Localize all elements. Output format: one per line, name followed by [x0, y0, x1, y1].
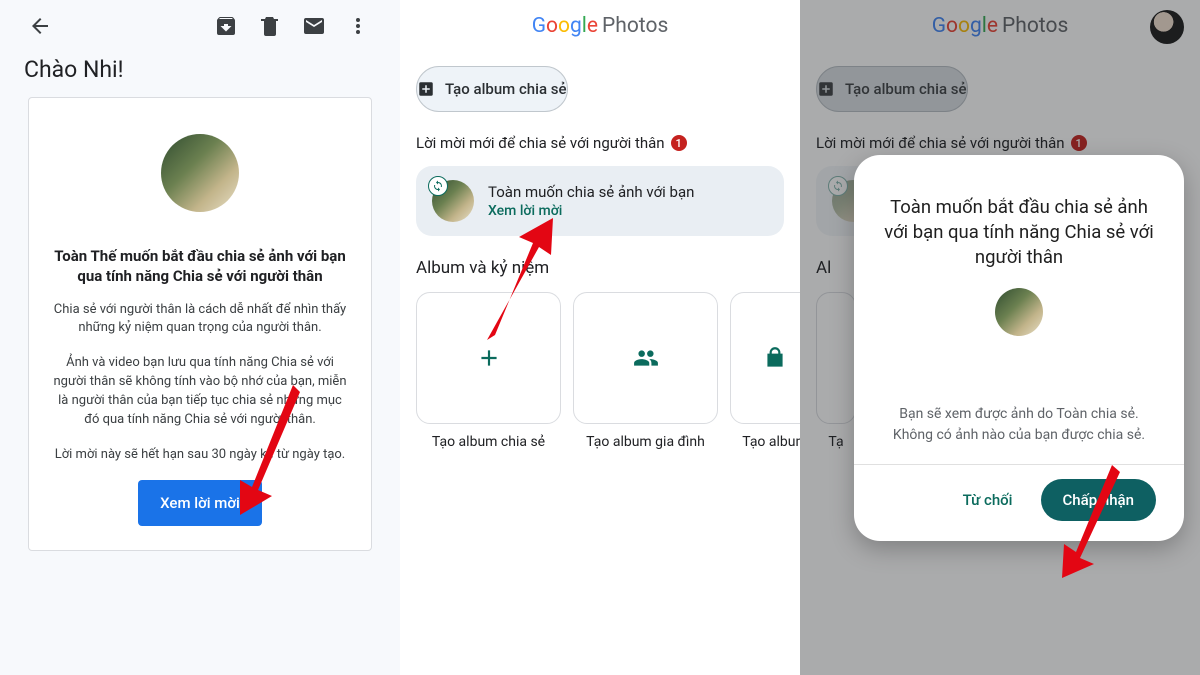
new-invite-section-title: Lời mời mới để chia sẻ với người thân 1: [400, 134, 800, 166]
tile-label: Tạo album gia đình: [586, 434, 705, 450]
create-family-album-tile[interactable]: [573, 292, 718, 424]
delete-icon[interactable]: [248, 4, 292, 48]
google-photos-sharing-screen: Google Photos Tạo album chia sẻ Lời mời …: [400, 0, 800, 675]
mail-icon[interactable]: [292, 4, 336, 48]
email-greeting: Chào Nhi!: [0, 52, 400, 93]
album-add-icon: [417, 80, 435, 98]
create-shared-album-label: Tạo album chia sẻ: [445, 80, 567, 98]
tile-label: Tạo album: [742, 434, 800, 450]
create-shared-album-tile[interactable]: [416, 292, 561, 424]
create-album-tile[interactable]: [730, 292, 800, 424]
invite-card: Toàn Thế muốn bắt đầu chia sẻ ảnh với bạ…: [28, 97, 372, 551]
partner-invite-row[interactable]: Toàn muốn chia sẻ ảnh với bạn Xem lời mờ…: [416, 166, 784, 236]
album-tile: Tạo album gia đình: [573, 292, 718, 450]
lock-icon: [762, 345, 788, 371]
dialog-heading: Toàn muốn bắt đầu chia sẻ ảnh với bạn qu…: [878, 195, 1160, 270]
sender-avatar: [161, 134, 239, 212]
email-toolbar: [0, 0, 400, 52]
invite-para-2: Ảnh và video bạn lưu qua tính năng Chia …: [51, 354, 349, 429]
family-icon: [633, 345, 659, 371]
album-tile: Tạo album chia sẻ: [416, 292, 561, 450]
view-invite-link[interactable]: Xem lời mời: [488, 203, 768, 219]
partner-share-dialog: Toàn muốn bắt đầu chia sẻ ảnh với bạn qu…: [854, 155, 1184, 541]
dialog-line-1: Bạn sẽ xem được ảnh do Toàn chia sẻ.: [878, 404, 1160, 425]
invite-count-badge: 1: [671, 135, 687, 151]
accept-button[interactable]: Chấp nhận: [1041, 479, 1157, 521]
archive-icon[interactable]: [204, 4, 248, 48]
decline-button[interactable]: Từ chối: [953, 479, 1023, 521]
album-tile: Tạo album: [730, 292, 800, 450]
google-logo-icon: Google: [532, 14, 598, 38]
dialog-line-2: Không có ảnh nào của bạn được chia sẻ.: [878, 425, 1160, 446]
app-name: Photos: [602, 14, 668, 38]
album-tiles: Tạo album chia sẻ Tạo album gia đình Tạo…: [400, 292, 800, 450]
invite-para-1: Chia sẻ với người thân là cách dễ nhất đ…: [51, 301, 349, 339]
app-header: Google Photos: [400, 0, 800, 52]
create-shared-album-button[interactable]: Tạo album chia sẻ: [416, 66, 568, 112]
back-icon[interactable]: [18, 4, 62, 48]
invite-heading: Toàn Thế muốn bắt đầu chia sẻ ảnh với bạ…: [53, 246, 347, 287]
more-icon[interactable]: [336, 4, 380, 48]
view-invite-button[interactable]: Xem lời mời: [138, 480, 262, 526]
tile-label: Tạo album chia sẻ: [432, 434, 545, 450]
google-photos-accept-dialog-screen: Google Photos Tạo album chia sẻ Lời mời …: [800, 0, 1200, 675]
dialog-avatar: [995, 288, 1043, 336]
albums-section-title: Album và kỷ niệm: [400, 258, 800, 292]
email-screen: Chào Nhi! Toàn Thế muốn bắt đầu chia sẻ …: [0, 0, 400, 675]
plus-icon: [476, 345, 502, 371]
invite-title: Toàn muốn chia sẻ ảnh với bạn: [488, 183, 768, 201]
dialog-divider: [854, 464, 1184, 465]
partner-sync-icon: [428, 176, 448, 196]
invite-para-3: Lời mời này sẽ hết hạn sau 30 ngày kể từ…: [51, 446, 349, 465]
